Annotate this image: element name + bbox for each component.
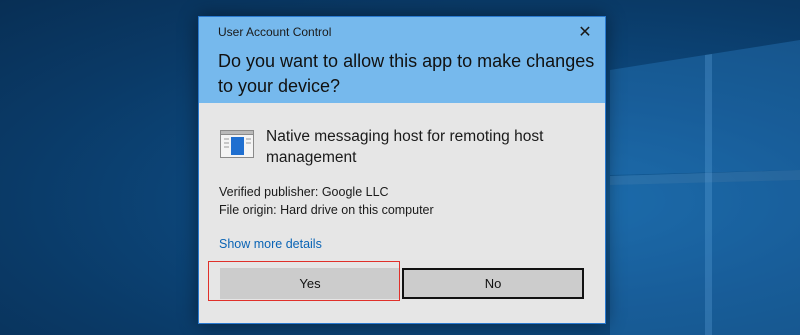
app-name: Native messaging host for remoting host … [266,128,544,166]
dialog-header: User Account Control ✕ Do you want to al… [199,17,605,103]
prompt-question: Do you want to allow this app to make ch… [218,51,595,96]
file-origin: File origin: Hard drive on this computer [219,203,434,217]
close-icon: ✕ [578,24,592,41]
app-window-icon [220,130,254,158]
uac-dialog: User Account Control ✕ Do you want to al… [198,16,606,324]
verified-publisher: Verified publisher: Google LLC [219,185,389,199]
no-button[interactable]: No [402,268,584,299]
show-more-details-link[interactable]: Show more details [219,237,322,251]
window-title: User Account Control [218,25,332,39]
yes-button[interactable]: Yes [220,268,400,299]
close-button[interactable]: ✕ [571,20,599,44]
